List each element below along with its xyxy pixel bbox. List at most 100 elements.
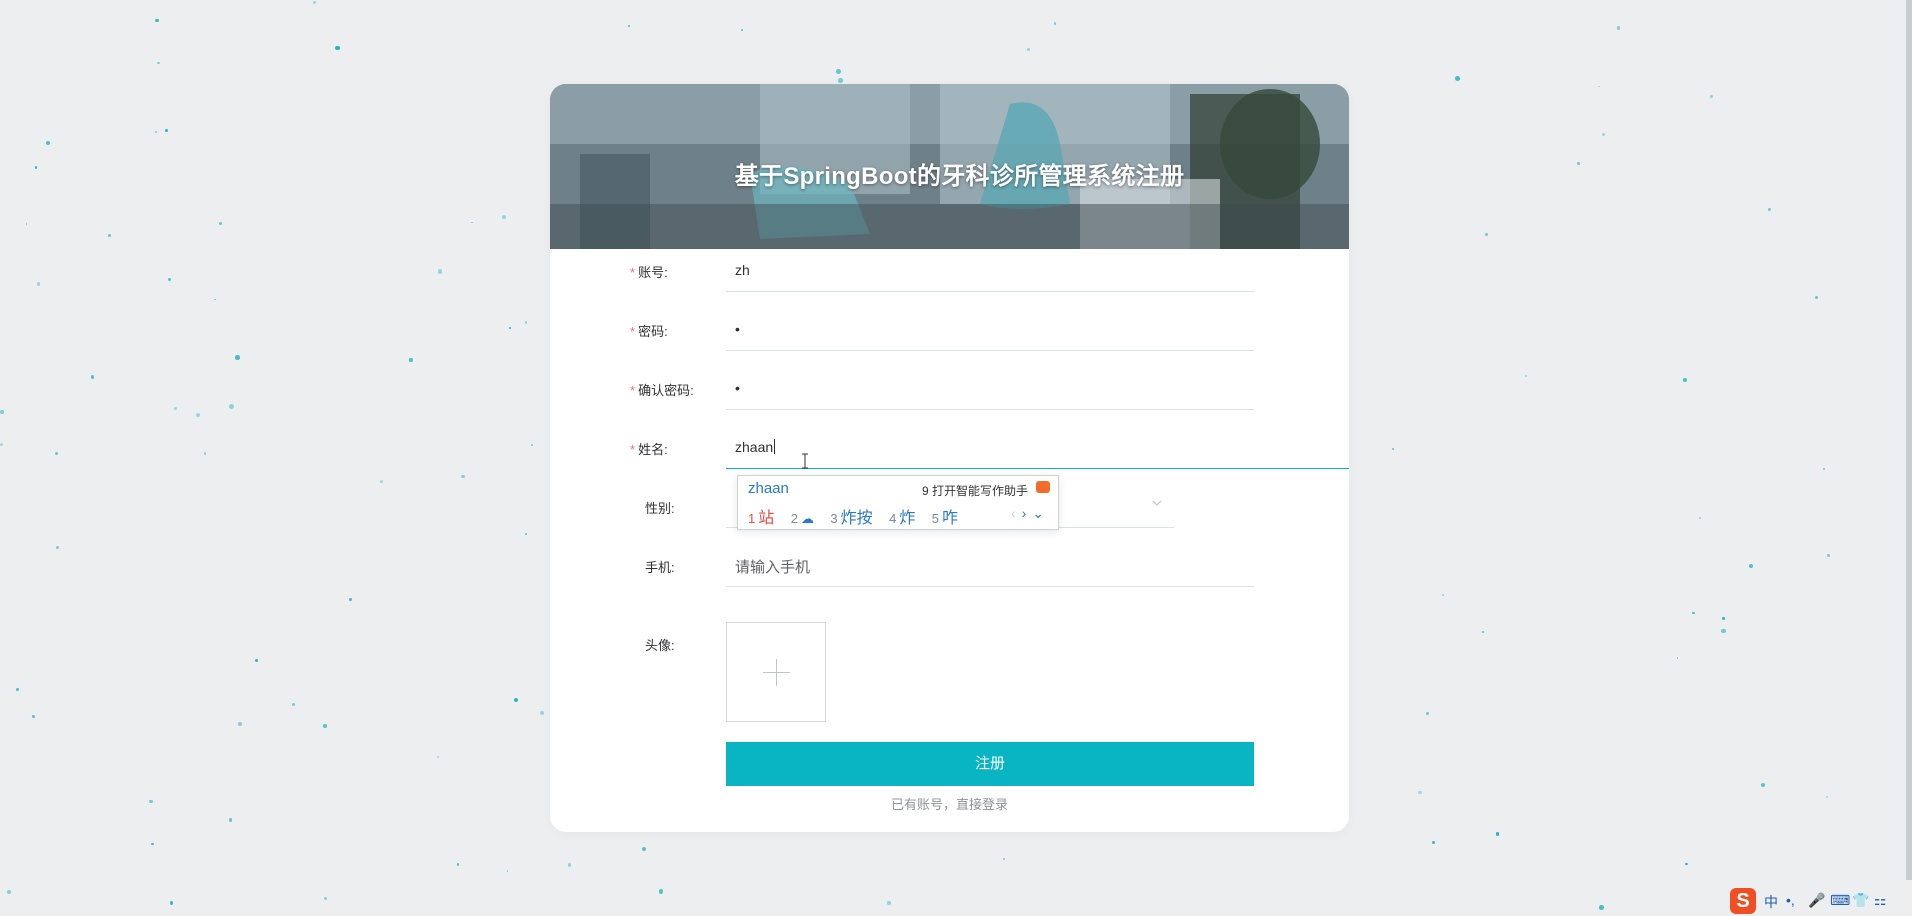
background-dot	[155, 19, 159, 23]
background-dot	[237, 721, 243, 727]
writing-assistant-icon[interactable]	[1036, 481, 1050, 493]
background-dot	[1003, 858, 1006, 861]
ime-candidate[interactable]: 5咋	[932, 510, 958, 527]
background-dot	[1617, 26, 1621, 30]
ime-candidate[interactable]: 4炸	[889, 510, 915, 527]
background-dot	[323, 896, 327, 900]
password-input[interactable]: •	[726, 309, 1254, 351]
required-star: *	[630, 383, 636, 398]
background-dot	[531, 444, 533, 447]
background-dot	[1391, 447, 1394, 451]
background-dot	[90, 375, 95, 380]
background-dot	[34, 166, 38, 169]
background-dot	[524, 320, 528, 324]
background-dot	[1710, 95, 1714, 99]
password-value: •	[735, 321, 740, 337]
background-dot	[312, 0, 317, 5]
background-dot	[567, 863, 572, 868]
prev-page-icon[interactable]: ‹	[1011, 505, 1022, 521]
background-dot	[408, 358, 413, 363]
background-dot	[107, 233, 112, 237]
background-dot	[173, 407, 177, 410]
background-dot	[214, 298, 216, 301]
background-dot	[228, 818, 233, 822]
background-dot	[7, 890, 11, 895]
keyboard-icon[interactable]: ⌨	[1830, 892, 1850, 909]
punctuation-icon[interactable]: •,	[1786, 892, 1795, 908]
background-dot	[501, 215, 506, 220]
background-dot	[471, 221, 473, 224]
background-dot	[165, 128, 169, 132]
background-dot	[437, 269, 442, 274]
background-dot	[323, 724, 327, 728]
background-dot	[1597, 85, 1600, 88]
expand-icon[interactable]: ⌄	[1032, 505, 1050, 521]
background-dot	[1698, 517, 1701, 520]
ime-candidate-window: zhaan 9 打开智能写作助手 1站 2 ☁ 3 炸按 4炸 5咋 ‹›⌄	[737, 475, 1059, 530]
background-dot	[196, 412, 201, 417]
background-dot	[461, 474, 465, 479]
name-input[interactable]: zhaan	[726, 427, 1349, 469]
account-input[interactable]: zh	[726, 250, 1254, 292]
ime-candidate[interactable]: 2 ☁	[791, 510, 814, 527]
background-dot	[658, 889, 664, 894]
ibeam-cursor-icon	[802, 453, 808, 469]
ime-composition: zhaan	[748, 480, 789, 497]
background-dot	[456, 863, 460, 866]
account-row: * 账号: zh	[550, 250, 1349, 292]
background-dot	[1814, 295, 1818, 299]
background-dot	[151, 842, 154, 846]
page-scrollbar[interactable]	[1906, 0, 1912, 880]
ime-nav: ‹›⌄	[1011, 505, 1050, 522]
background-dot	[1685, 862, 1688, 866]
scrollbar-thumb[interactable]	[1906, 0, 1912, 880]
microphone-icon[interactable]: 🎤	[1808, 892, 1825, 909]
skin-icon[interactable]: 👕	[1852, 892, 1869, 909]
background-dot	[506, 870, 509, 872]
login-link[interactable]: 已有账号，直接登录	[550, 794, 1349, 813]
background-dot	[0, 409, 5, 415]
background-dot	[1748, 563, 1753, 568]
required-star: *	[630, 324, 636, 339]
background-dot	[380, 480, 383, 483]
avatar-upload[interactable]	[726, 622, 826, 722]
background-dot	[203, 451, 207, 455]
background-dot	[31, 715, 35, 719]
background-dot	[36, 281, 41, 286]
phone-placeholder: 请输入手机	[735, 559, 811, 576]
banner: 基于SpringBoot的牙科诊所管理系统注册	[550, 84, 1349, 249]
background-dot	[55, 452, 59, 456]
phone-input[interactable]: 请输入手机	[726, 545, 1254, 587]
confirm-password-value: •	[735, 380, 740, 396]
background-dot	[887, 901, 891, 906]
background-dot	[0, 443, 4, 447]
background-dot	[169, 901, 173, 905]
register-card: 基于SpringBoot的牙科诊所管理系统注册 * 账号: zh * 密码: • *…	[550, 84, 1349, 832]
background-dot	[1524, 375, 1527, 377]
background-dot	[229, 404, 235, 410]
background-dot	[157, 62, 160, 65]
ime-candidate[interactable]: 3 炸按	[830, 510, 872, 527]
background-dot	[56, 546, 60, 550]
confirm-password-input[interactable]: •	[726, 368, 1254, 410]
ime-candidate[interactable]: 1站	[748, 510, 774, 527]
name-value: zhaan	[735, 439, 776, 455]
account-value: zh	[735, 262, 750, 278]
background-dot	[1441, 594, 1444, 597]
background-dot	[1768, 208, 1771, 211]
password-row: * 密码: •	[550, 309, 1349, 351]
background-dot	[436, 755, 439, 758]
ime-assistant-link[interactable]: 9 打开智能写作助手	[922, 482, 1028, 499]
register-button[interactable]: 注册	[726, 742, 1254, 786]
background-dot	[1692, 611, 1696, 615]
sogou-logo-icon[interactable]: S	[1730, 888, 1756, 914]
background-dot	[1026, 47, 1030, 51]
text-caret	[774, 439, 776, 454]
toolbox-icon[interactable]: ⚏	[1874, 892, 1887, 909]
ime-tray: S 中 •, 🎤 ⌨ 👕 ⚏	[1712, 886, 1912, 916]
chinese-mode-icon[interactable]: 中	[1764, 892, 1778, 912]
background-dot	[349, 598, 352, 601]
page-title: 基于SpringBoot的牙科诊所管理系统注册	[734, 163, 1185, 190]
background-dot	[1599, 905, 1604, 910]
next-page-icon[interactable]: ›	[1022, 505, 1033, 521]
